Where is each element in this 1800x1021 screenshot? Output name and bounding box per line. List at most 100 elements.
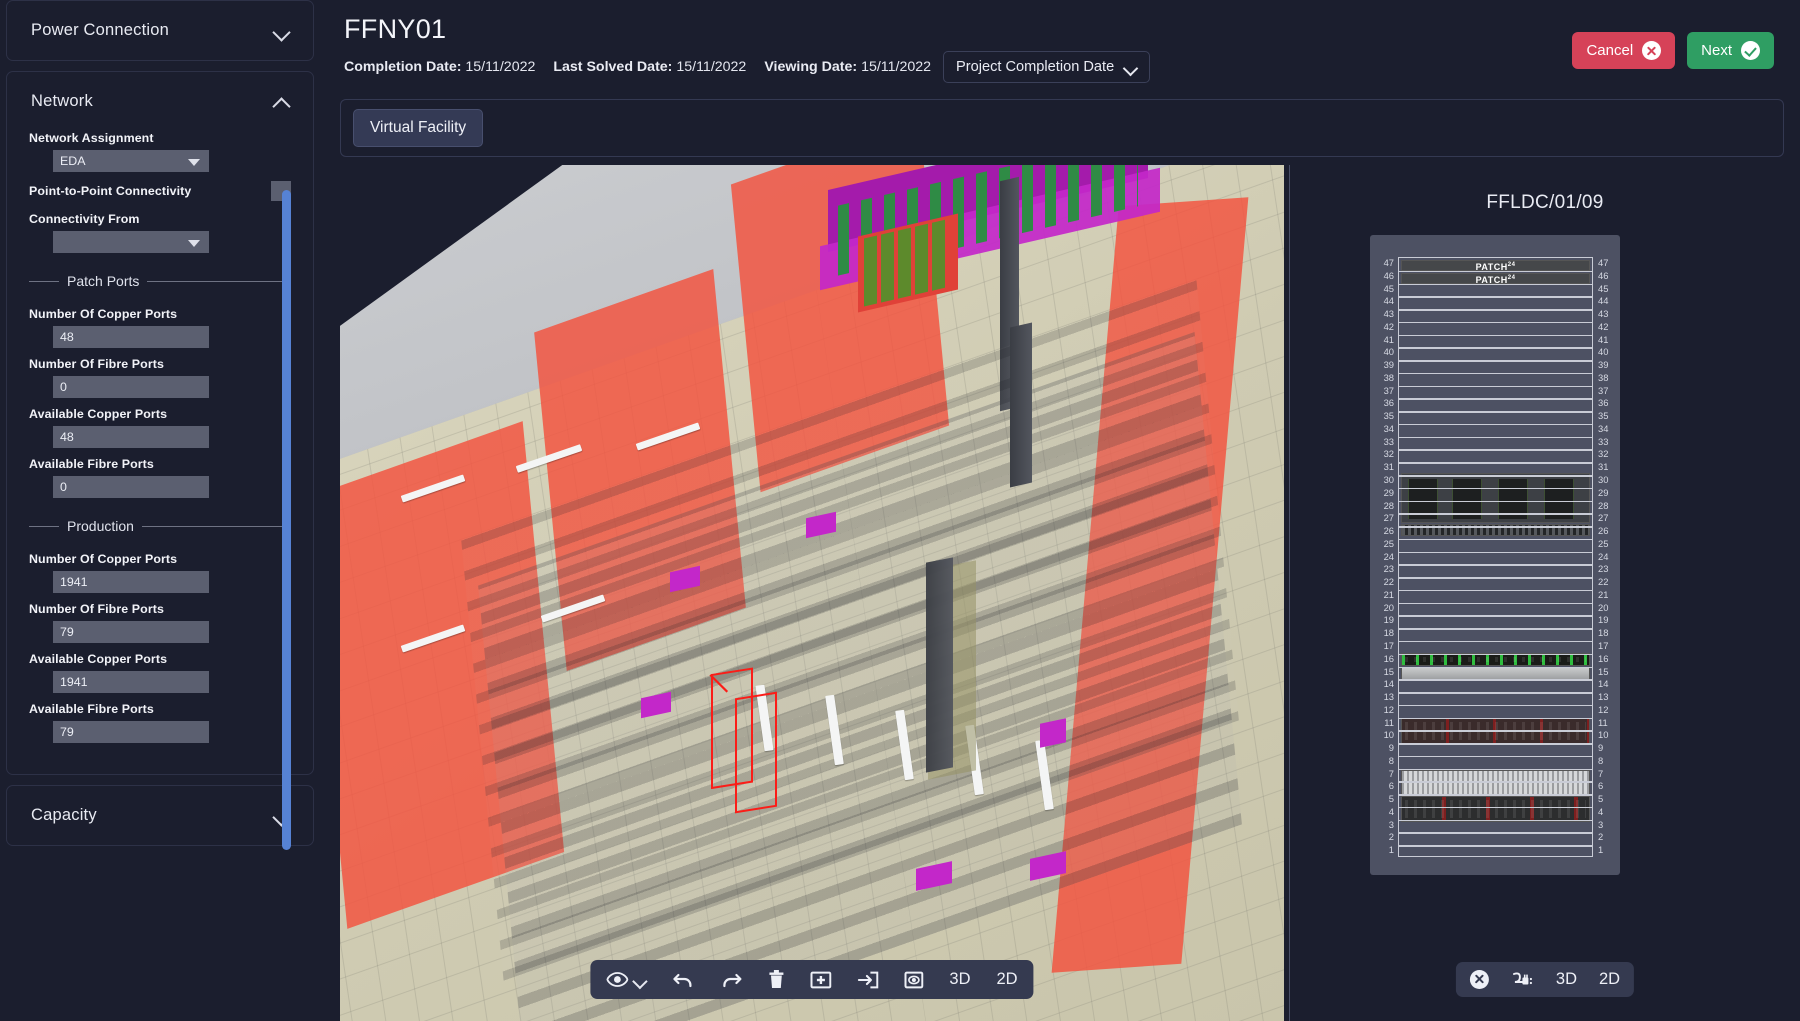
sidebar-section-power-connection-header[interactable]: Power Connection [7, 1, 313, 60]
rack-u-label: 30 [1598, 474, 1609, 486]
legend-production-label: Production [67, 518, 134, 534]
field-production-available-fibre: Available Fibre Ports [29, 702, 291, 743]
patch-copper-ports-input[interactable] [53, 326, 209, 348]
completion-date: Completion Date: 15/11/2022 [344, 59, 535, 75]
production-copper-ports-input[interactable] [53, 571, 209, 593]
production-fibre-ports-label: Number Of Fibre Ports [29, 602, 164, 616]
rack-toolbar: 3D 2D [1455, 962, 1635, 997]
rack-shelf [1399, 551, 1592, 554]
rack-device-patch-47[interactable]: PATCH24 [1401, 260, 1590, 272]
view-3d-button[interactable]: 3D [949, 971, 970, 988]
focus-view-button[interactable] [904, 971, 924, 989]
date-mode-select[interactable]: Project Completion Date [943, 51, 1151, 83]
rack-u-label: 30 [1383, 474, 1394, 486]
rack-u-label: 40 [1598, 346, 1609, 358]
patch-available-copper-input[interactable] [53, 426, 209, 448]
field-patch-copper-ports: Number Of Copper Ports [29, 307, 291, 348]
network-assignment-label: Network Assignment [29, 131, 154, 145]
rack-device-patch-46[interactable]: PATCH24 [1401, 272, 1590, 285]
enter-arrow-icon [857, 971, 879, 988]
next-button-label: Next [1701, 42, 1732, 59]
patch-available-fibre-input[interactable] [53, 476, 209, 498]
rack-u-label: 33 [1383, 435, 1394, 447]
rack-u-label: 34 [1598, 422, 1609, 434]
enter-item-button[interactable] [857, 971, 879, 989]
rack-3d-stage[interactable]: 1 2 3 4 5 6 7 8 9 10 11 12 13 14 15 16 17 18 19 20 21 22 23 24 2… [1370, 235, 1620, 875]
redo-button[interactable] [720, 971, 742, 989]
production-available-fibre-input[interactable] [53, 721, 209, 743]
field-connectivity-from: Connectivity From [29, 212, 291, 253]
sidebar-section-network-header[interactable]: Network [7, 72, 313, 131]
tab-virtual-facility[interactable]: Virtual Facility [353, 109, 484, 147]
rack-view-3d-button[interactable]: 3D [1556, 971, 1577, 988]
completion-date-label: Completion Date: [344, 59, 462, 75]
rack-u-label: 21 [1383, 588, 1394, 600]
close-rack-button[interactable] [1469, 970, 1489, 989]
production-fibre-ports-input[interactable] [53, 621, 209, 643]
delete-button[interactable] [768, 970, 784, 989]
add-item-button[interactable] [810, 971, 832, 989]
rack-shelf [1399, 845, 1592, 847]
rack-u-label: 19 [1598, 614, 1609, 626]
rack-u-label: 3 [1598, 818, 1604, 830]
connectivity-from-select[interactable] [53, 231, 209, 253]
rack-shelf [1399, 487, 1592, 490]
rack-u-label: 39 [1598, 359, 1609, 371]
cancel-button-label: Cancel [1586, 42, 1634, 59]
rack-u-scale-right: 1 2 3 4 5 6 7 8 9 10 11 12 13 14 15 16 17 18 19 20 21 22 23 24 2… [1598, 257, 1628, 857]
rack-shelf [1399, 309, 1592, 311]
rack-view-2d-button[interactable]: 2D [1599, 971, 1620, 988]
rack-u-label: 35 [1383, 410, 1394, 422]
view-2d-button[interactable]: 2D [997, 971, 1018, 988]
point-to-point-label: Point-to-Point Connectivity [29, 184, 192, 198]
sidebar-section-network-title: Network [31, 92, 93, 110]
close-circle-icon [1642, 41, 1662, 60]
rack-u-label: 6 [1598, 780, 1604, 792]
rack-u-label: 10 [1383, 729, 1394, 741]
sidebar-scroll-area[interactable]: Power Connection Network Network Assignm… [0, 0, 320, 1021]
date-row: Completion Date: 15/11/2022 Last Solved … [344, 51, 1776, 83]
rack-u-label: 5 [1598, 793, 1604, 805]
rack-shelf [1399, 334, 1592, 337]
rack-u-label: 36 [1383, 397, 1394, 409]
rack-shelf [1399, 283, 1592, 286]
rack-u-label: 20 [1383, 601, 1394, 613]
facility-3d-viewport[interactable]: 3D 2D [340, 165, 1284, 1021]
rack-u-label: 31 [1383, 461, 1394, 473]
rack-u-label: 13 [1598, 691, 1609, 703]
plug-cable-icon [1512, 971, 1533, 984]
rack-shelf [1399, 321, 1592, 324]
rack-device-blade-chassis[interactable] [1401, 473, 1590, 523]
rack-device-server-red[interactable] [1401, 796, 1590, 822]
main-area: FFNY01 Completion Date: 15/11/2022 Last … [320, 0, 1800, 1021]
rack-shelf [1399, 755, 1592, 758]
rack-u-label: 28 [1383, 499, 1394, 511]
rack-u-label: 47 [1383, 257, 1394, 268]
rack-u-label: 19 [1383, 614, 1394, 626]
rack-u-label: 9 [1388, 742, 1394, 754]
legend-rule-left [29, 525, 59, 527]
facility-3d-scene[interactable]: 3D 2D [340, 165, 1284, 1021]
cancel-button[interactable]: Cancel [1572, 32, 1676, 69]
tab-strip: Virtual Facility [340, 99, 1784, 157]
patch-fibre-ports-input[interactable] [53, 376, 209, 398]
rack-u-label: 14 [1598, 678, 1609, 690]
rack-shelf [1399, 423, 1592, 426]
next-button[interactable]: Next [1687, 32, 1774, 69]
last-solved-date: Last Solved Date: 15/11/2022 [553, 59, 746, 75]
sidebar-section-capacity-header[interactable]: Capacity [7, 786, 313, 845]
sidebar-scrollbar[interactable] [282, 190, 291, 850]
rack-u-label: 41 [1383, 333, 1394, 345]
cabling-button[interactable] [1511, 971, 1534, 989]
production-available-copper-input[interactable] [53, 671, 209, 693]
undo-button[interactable] [672, 971, 694, 989]
visibility-toggle[interactable] [606, 972, 646, 987]
selection-box[interactable] [735, 691, 777, 814]
rack-shelf [1399, 806, 1592, 809]
rack-shelf [1399, 577, 1592, 579]
network-assignment-select[interactable] [53, 150, 209, 172]
sidebar-section-capacity-title: Capacity [31, 806, 97, 824]
chevron-up-icon[interactable] [273, 93, 291, 111]
chevron-down-icon[interactable] [273, 22, 291, 40]
header-actions: Cancel Next [1572, 32, 1774, 69]
